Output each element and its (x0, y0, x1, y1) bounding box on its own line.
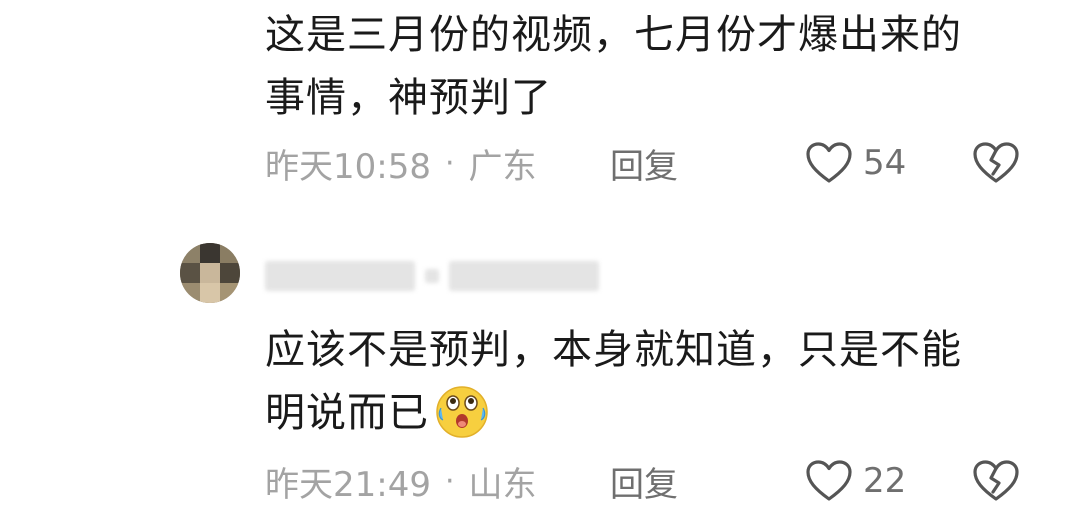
comment-text-line: 这是三月份的视频，七月份才爆出来的 (265, 12, 962, 58)
comment-body: 应该不是预判，本身就知道，只是不能 明说而已 (265, 319, 1045, 445)
comment-location: 山东 (468, 464, 537, 505)
like-count: 54 (863, 143, 907, 183)
comment-body: 这是三月份的视频，七月份才爆出来的 事情，神预判了 (265, 4, 1045, 130)
meta-separator: · (444, 145, 455, 181)
comment-meta: 昨天21:49 · 山东 回复 22 (265, 453, 1055, 509)
masked-name-segment (449, 261, 599, 291)
comment-time: 昨天21:49 (265, 464, 431, 505)
laugh-cry-emoji (436, 386, 488, 438)
reply-button[interactable]: 回复 (610, 457, 678, 506)
masked-name-segment (425, 269, 439, 283)
heart-outline-icon (806, 142, 852, 183)
comment-text-line: 应该不是预判，本身就知道，只是不能 (265, 327, 962, 373)
like-button[interactable]: 22 (805, 459, 906, 503)
comment-text-line-with-emoji: 明说而已 (265, 382, 1045, 445)
comment-text-line: 事情，神预判了 (265, 75, 552, 121)
like-button[interactable]: 54 (805, 141, 906, 185)
comment-text-line: 明说而已 (265, 390, 429, 436)
comment-time: 昨天10:58 (265, 146, 431, 187)
dislike-button[interactable] (972, 459, 1020, 503)
heart-outline-icon (806, 460, 852, 501)
reply-button[interactable]: 回复 (610, 139, 678, 188)
avatar[interactable] (180, 243, 240, 303)
meta-separator: · (444, 463, 455, 499)
username-masked[interactable] (265, 256, 635, 296)
comment-location: 广东 (468, 146, 537, 187)
masked-name-segment (265, 261, 415, 291)
broken-heart-icon (973, 460, 1019, 501)
broken-heart-icon (973, 142, 1019, 183)
comment-list: 这是三月份的视频，七月份才爆出来的 事情，神预判了 昨天10:58 · 广东 回… (0, 0, 1080, 516)
dislike-button[interactable] (972, 141, 1020, 185)
like-count: 22 (863, 461, 907, 501)
comment-meta: 昨天10:58 · 广东 回复 54 (265, 135, 1055, 191)
